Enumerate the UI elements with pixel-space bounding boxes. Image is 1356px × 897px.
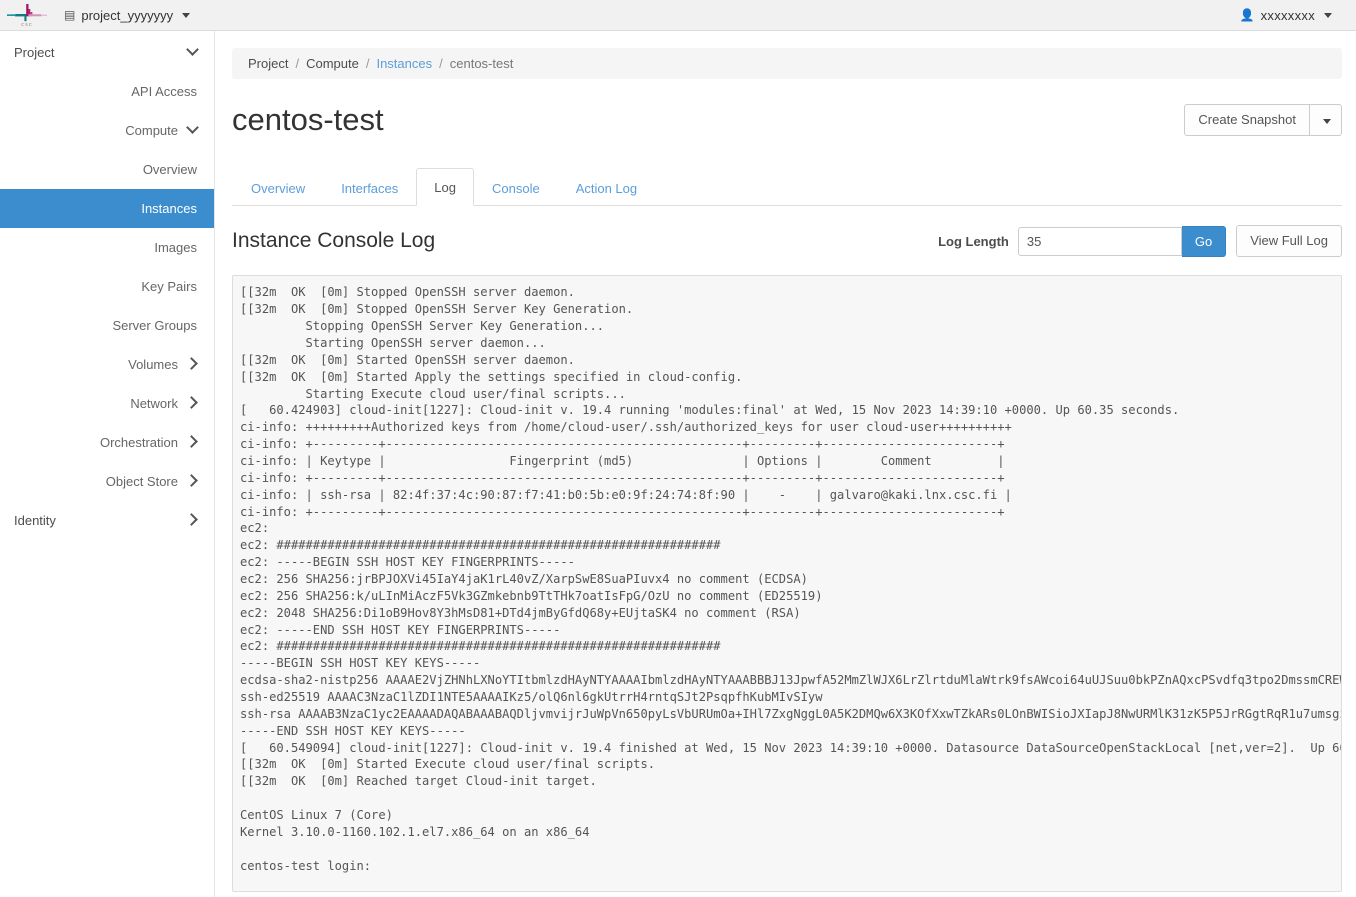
breadcrumb-separator: / xyxy=(365,56,370,71)
user-menu-label: xxxxxxxx xyxy=(1260,7,1315,23)
sidebar-item-label: Images xyxy=(154,240,197,255)
sidebar-item-images[interactable]: Images xyxy=(0,228,214,267)
snapshot-button-group: Create Snapshot xyxy=(1184,103,1342,137)
sidebar-item-api-access[interactable]: API Access xyxy=(0,72,214,111)
console-log-heading: Instance Console Log xyxy=(232,229,436,253)
sidebar-item-volumes[interactable]: Volumes xyxy=(0,345,214,384)
top-navbar: csc ▤ project_yyyyyyy 👤 xxxxxxxx xyxy=(0,0,1356,31)
sidebar-item-label: Object Store xyxy=(105,474,178,489)
log-length-controls: Log Length Go View Full Log xyxy=(938,225,1342,258)
sidebar-item-label: Overview xyxy=(142,162,197,177)
sidebar-item-compute[interactable]: Compute xyxy=(0,111,214,150)
grid-icon: ▤ xyxy=(64,8,76,22)
sidebar-nav: Project API Access Compute Overview Inst… xyxy=(0,31,215,897)
csc-logo[interactable]: csc xyxy=(0,0,54,30)
chevron-right-icon xyxy=(188,514,197,527)
sidebar-item-label: Volumes xyxy=(128,357,178,372)
sidebar-item-label: Compute xyxy=(125,123,178,138)
sidebar-item-overview[interactable]: Overview xyxy=(0,150,214,189)
sidebar-item-label: Identity xyxy=(14,513,56,528)
page-header: centos-test Create Snapshot xyxy=(232,102,1342,146)
sidebar-item-label: Server Groups xyxy=(112,318,197,333)
create-snapshot-button[interactable]: Create Snapshot xyxy=(1184,103,1310,137)
sidebar-item-server-groups[interactable]: Server Groups xyxy=(0,306,214,345)
sidebar-item-instances[interactable]: Instances xyxy=(0,189,214,228)
sidebar-item-project[interactable]: Project xyxy=(0,33,214,72)
tab-console[interactable]: Console xyxy=(474,169,558,206)
caret-down-icon xyxy=(182,12,191,18)
chevron-right-icon xyxy=(188,397,197,410)
sidebar-item-key-pairs[interactable]: Key Pairs xyxy=(0,267,214,306)
console-log-panel[interactable]: [[32m OK [0m] Stopped OpenSSH server dae… xyxy=(232,275,1342,893)
breadcrumb-item-current: centos-test xyxy=(449,56,514,71)
sidebar-item-label: Instances xyxy=(141,201,197,216)
caret-down-icon xyxy=(1323,118,1331,124)
breadcrumb-item-compute[interactable]: Compute xyxy=(306,56,359,71)
user-menu[interactable]: 👤 xxxxxxxx xyxy=(1230,0,1342,30)
console-log-text: [[32m OK [0m] Stopped OpenSSH server dae… xyxy=(240,285,1341,873)
instance-detail-tabs: Overview Interfaces Log Console Action L… xyxy=(232,168,1342,207)
chevron-right-icon xyxy=(188,358,197,371)
go-button[interactable]: Go xyxy=(1181,225,1227,257)
breadcrumb-separator: / xyxy=(439,56,443,71)
page-shell: Project API Access Compute Overview Inst… xyxy=(0,31,1356,897)
breadcrumb-separator: / xyxy=(295,56,300,71)
snapshot-dropdown-toggle[interactable] xyxy=(1310,103,1342,137)
user-icon: 👤 xyxy=(1239,8,1255,22)
sidebar-item-orchestration[interactable]: Orchestration xyxy=(0,423,214,462)
sidebar-item-network[interactable]: Network xyxy=(0,384,214,423)
tab-log[interactable]: Log xyxy=(416,168,474,207)
project-switcher-label: project_yyyyyyy xyxy=(81,7,174,23)
sidebar-item-label: Orchestration xyxy=(99,435,178,450)
sidebar-item-identity[interactable]: Identity xyxy=(0,501,214,540)
caret-down-icon xyxy=(1324,12,1332,18)
chevron-down-icon xyxy=(188,124,197,137)
breadcrumb-item-project[interactable]: Project xyxy=(248,56,288,71)
log-length-label: Log Length xyxy=(938,233,1009,249)
console-log-header: Instance Console Log Log Length Go View … xyxy=(232,225,1342,258)
tab-action-log[interactable]: Action Log xyxy=(558,169,655,206)
project-switcher[interactable]: ▤ project_yyyyyyy xyxy=(54,0,200,30)
chevron-down-icon xyxy=(188,46,197,59)
tab-overview[interactable]: Overview xyxy=(233,169,323,206)
view-full-log-button[interactable]: View Full Log xyxy=(1236,225,1342,258)
sidebar-item-object-store[interactable]: Object Store xyxy=(0,462,214,501)
breadcrumb-item-instances[interactable]: Instances xyxy=(376,56,432,71)
tab-interfaces[interactable]: Interfaces xyxy=(323,169,416,206)
breadcrumb: Project / Compute / Instances / centos-t… xyxy=(232,48,1342,79)
sidebar-item-label: API Access xyxy=(131,84,197,99)
log-length-input[interactable] xyxy=(1017,226,1182,256)
sidebar-item-label: Key Pairs xyxy=(141,279,197,294)
main-content: Project / Compute / Instances / centos-t… xyxy=(215,31,1356,897)
sidebar-item-label: Project xyxy=(14,45,55,60)
sidebar-item-label: Network xyxy=(130,396,178,411)
page-title: centos-test xyxy=(232,102,384,137)
chevron-right-icon xyxy=(188,436,197,449)
logo-text: csc xyxy=(21,22,33,28)
chevron-right-icon xyxy=(188,475,197,488)
